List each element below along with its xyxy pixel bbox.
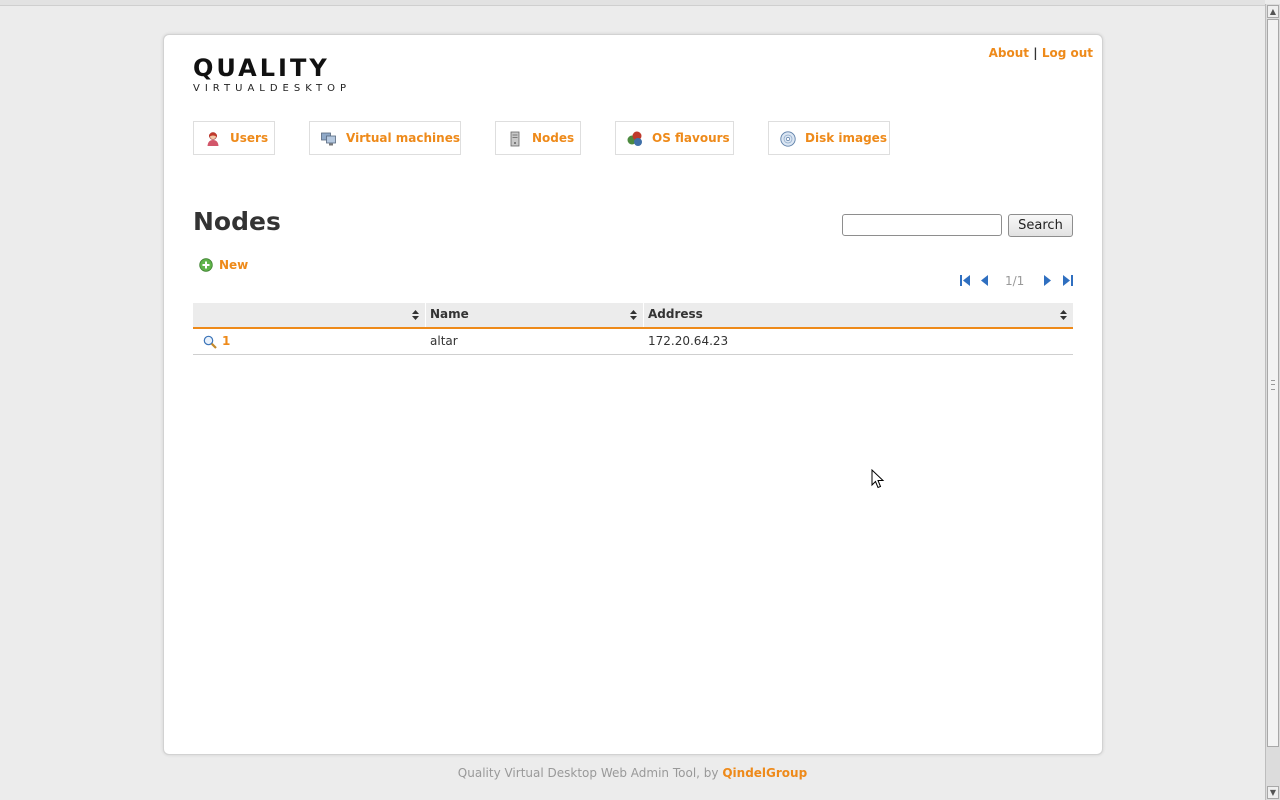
sort-icon <box>1060 310 1067 320</box>
logo-sub-text: VIRTUALDESKTOP <box>193 83 352 94</box>
about-link[interactable]: About <box>989 46 1029 60</box>
footer: Quality Virtual Desktop Web Admin Tool, … <box>0 766 1265 780</box>
os-flavours-icon <box>627 131 642 146</box>
mouse-cursor-icon <box>871 469 885 489</box>
column-header-label: Name <box>430 307 469 321</box>
footer-text: Quality Virtual Desktop Web Admin Tool, … <box>457 766 719 780</box>
disk-icon <box>780 131 796 147</box>
logout-link[interactable]: Log out <box>1042 46 1093 60</box>
sort-icon <box>412 310 419 320</box>
qindelgroup-link[interactable]: QindelGroup <box>722 766 807 780</box>
search-input[interactable] <box>842 214 1002 236</box>
tab-os-flavours[interactable]: OS flavours <box>615 121 734 155</box>
column-header-label: Address <box>648 307 703 321</box>
column-id[interactable] <box>193 303 426 327</box>
qvd-logo: QUALITY VIRTUALDESKTOP <box>193 55 363 105</box>
tab-virtual-machines[interactable]: Virtual machines <box>309 121 461 155</box>
add-icon <box>199 258 213 272</box>
magnifier-icon <box>203 335 217 349</box>
tab-label: Disk images <box>805 131 887 145</box>
search-button[interactable]: Search <box>1008 214 1073 237</box>
tab-label: Nodes <box>532 131 575 145</box>
vertical-scrollbar[interactable]: ▲ ▼ <box>1265 4 1280 800</box>
page-indicator: 1/1 <box>1005 274 1025 288</box>
pagination: 1/1 <box>959 273 1074 289</box>
nodes-table: Name Address 1 altar 172.20.64.23 <box>193 303 1073 355</box>
tab-nodes[interactable]: Nodes <box>495 121 581 155</box>
tab-disk-images[interactable]: Disk images <box>768 121 890 155</box>
next-page-icon[interactable] <box>1041 274 1053 287</box>
scroll-down-button[interactable]: ▼ <box>1267 786 1279 799</box>
table-row: 1 altar 172.20.64.23 <box>193 329 1073 355</box>
grip-icon <box>1271 380 1275 390</box>
top-links: About | Log out <box>989 46 1093 60</box>
tab-users[interactable]: Users <box>193 121 275 155</box>
top-links-separator: | <box>1033 46 1038 60</box>
computers-icon <box>321 132 336 146</box>
scrollbar-thumb[interactable] <box>1267 19 1279 747</box>
column-address[interactable]: Address <box>644 303 1073 327</box>
new-label: New <box>219 258 249 272</box>
window-top-edge <box>0 0 1265 6</box>
last-page-icon[interactable] <box>1062 274 1074 287</box>
node-address: 172.20.64.23 <box>648 334 729 348</box>
scroll-up-button[interactable]: ▲ <box>1267 5 1279 18</box>
server-icon <box>510 131 520 147</box>
main-panel: QUALITY VIRTUALDESKTOP About | Log out U… <box>163 34 1103 755</box>
node-name: altar <box>430 334 458 348</box>
table-header: Name Address <box>193 303 1073 329</box>
page-title: Nodes <box>193 207 281 236</box>
prev-page-icon[interactable] <box>979 274 991 287</box>
first-page-icon[interactable] <box>959 274 971 287</box>
logo-main-text: QUALITY <box>193 54 330 82</box>
tab-label: OS flavours <box>652 131 730 145</box>
tab-label: Virtual machines <box>346 131 460 145</box>
tab-label: Users <box>230 131 269 145</box>
sort-icon <box>630 310 637 320</box>
column-name[interactable]: Name <box>426 303 644 327</box>
user-icon <box>207 132 219 146</box>
node-id: 1 <box>222 334 231 348</box>
